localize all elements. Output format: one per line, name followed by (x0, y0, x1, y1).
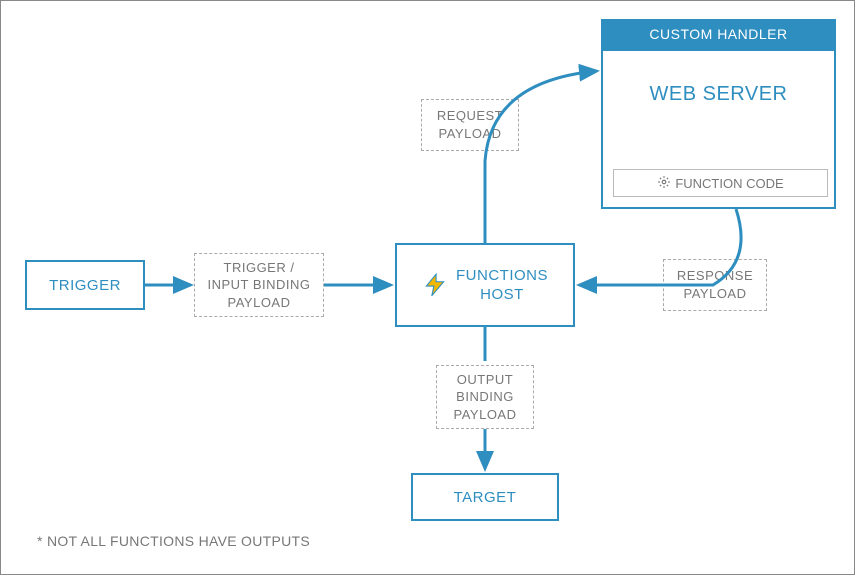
request-payload-node: REQUEST PAYLOAD (421, 99, 519, 151)
target-node: TARGET (411, 473, 559, 521)
function-code-node: FUNCTION CODE (613, 169, 828, 197)
output-payload-node: OUTPUT BINDING PAYLOAD (436, 365, 534, 429)
function-code-label: FUNCTION CODE (675, 176, 783, 191)
request-payload-label: REQUEST PAYLOAD (437, 107, 503, 142)
diagram-canvas: TRIGGER TRIGGER / INPUT BINDING PAYLOAD … (0, 0, 855, 575)
target-label: TARGET (454, 489, 517, 506)
custom-handler-header: CUSTOM HANDLER (601, 19, 836, 49)
output-payload-label: OUTPUT BINDING PAYLOAD (454, 371, 517, 424)
functions-host-label: FUNCTIONS HOST (456, 266, 548, 305)
functions-host-node: FUNCTIONS HOST (395, 243, 575, 327)
trigger-node: TRIGGER (25, 260, 145, 310)
response-payload-label: RESPONSE PAYLOAD (677, 267, 753, 302)
lightning-icon (422, 272, 448, 298)
gear-icon (657, 175, 671, 192)
custom-handler-label: CUSTOM HANDLER (649, 26, 787, 42)
web-server-label: WEB SERVER (603, 51, 834, 106)
web-server-node: WEB SERVER FUNCTION CODE (601, 49, 836, 209)
footnote-text: * NOT ALL FUNCTIONS HAVE OUTPUTS (37, 533, 310, 549)
footnote-label: * NOT ALL FUNCTIONS HAVE OUTPUTS (37, 533, 310, 549)
arrow-host-to-webserver (485, 71, 597, 243)
response-payload-node: RESPONSE PAYLOAD (663, 259, 767, 311)
trigger-payload-node: TRIGGER / INPUT BINDING PAYLOAD (194, 253, 324, 317)
trigger-payload-label: TRIGGER / INPUT BINDING PAYLOAD (207, 259, 310, 312)
trigger-label: TRIGGER (49, 277, 121, 294)
